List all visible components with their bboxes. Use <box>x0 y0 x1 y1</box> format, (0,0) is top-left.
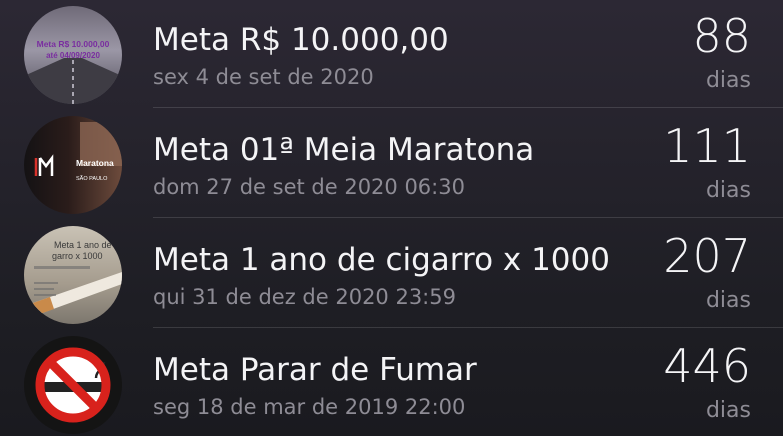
half-marathon-thumbnail: Maratona SÃO PAULO <box>24 116 122 214</box>
goal-title: Meta 1 ano de cigarro x 1000 <box>153 242 610 278</box>
days-count: 111 <box>663 119 751 173</box>
goal-title: Meta 01ª Meia Maratona <box>153 132 535 168</box>
goal-title: Meta Parar de Fumar <box>153 352 477 388</box>
thumb-text-2: até 04/09/2020 <box>46 51 100 60</box>
goal-date: sex 4 de set de 2020 <box>153 65 374 89</box>
goal-date: dom 27 de set de 2020 06:30 <box>153 175 465 199</box>
goal-date: qui 31 de dez de 2020 23:59 <box>153 285 456 309</box>
thumb-text-1: Meta 1 ano de <box>54 240 112 250</box>
money-goal-thumbnail: Meta R$ 10.000,00 até 04/09/2020 <box>24 6 122 104</box>
goal-countdown-list: Meta R$ 10.000,00 até 04/09/2020 Meta R$… <box>0 0 783 436</box>
thumb-text-1: Maratona <box>76 158 114 168</box>
goal-title: Meta R$ 10.000,00 <box>153 22 449 58</box>
no-smoking-icon <box>24 336 122 434</box>
goal-date: seg 18 de mar de 2019 22:00 <box>153 395 466 419</box>
goal-row-quit-smoking[interactable]: Meta Parar de Fumar seg 18 de mar de 201… <box>0 328 783 436</box>
days-count: 88 <box>692 9 751 63</box>
days-unit: dias <box>705 398 751 423</box>
goal-row-half-marathon[interactable]: Maratona SÃO PAULO Meta 01ª Meia Maraton… <box>0 108 783 218</box>
days-unit: dias <box>705 68 751 93</box>
days-unit: dias <box>705 288 751 313</box>
days-count: 207 <box>663 229 751 283</box>
days-count: 446 <box>663 339 751 393</box>
thumb-text-2: garro x 1000 <box>52 251 103 261</box>
goal-row-cigarette-year[interactable]: Meta 1 ano de garro x 1000 Meta 1 ano de… <box>0 218 783 328</box>
days-unit: dias <box>705 178 751 203</box>
goal-row-money[interactable]: Meta R$ 10.000,00 até 04/09/2020 Meta R$… <box>0 0 783 108</box>
cigarette-cost-thumbnail: Meta 1 ano de garro x 1000 <box>24 226 122 324</box>
thumb-text-1: Meta R$ 10.000,00 <box>37 39 110 49</box>
thumb-text-2: SÃO PAULO <box>76 175 108 182</box>
